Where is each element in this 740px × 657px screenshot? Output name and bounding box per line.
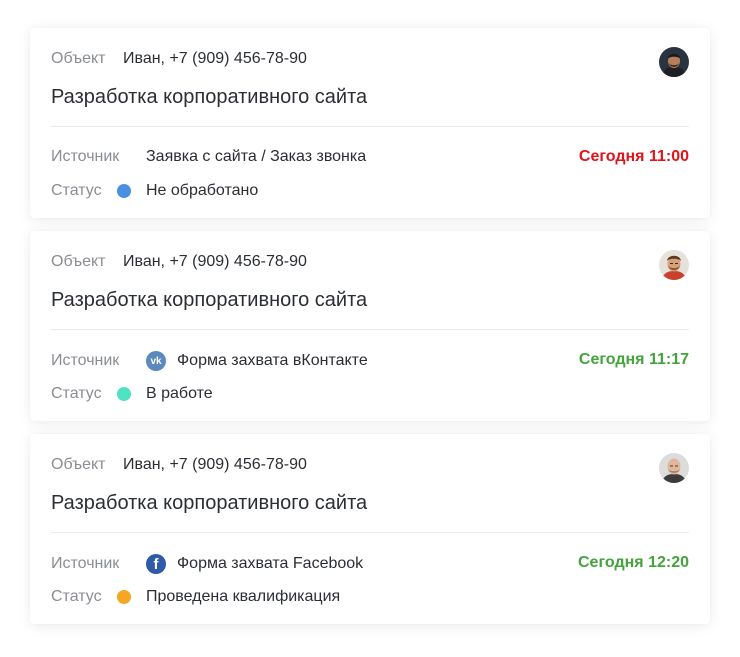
source-value: Форма захвата вКонтакте (177, 352, 368, 369)
lead-title[interactable]: Разработка корпоративного сайта (51, 289, 367, 312)
lead-card[interactable]: Объект Иван, +7 (909) 456-78-90 Разработ… (30, 28, 710, 218)
object-label: Объект (51, 50, 106, 67)
source-value: Заявка с сайта / Заказ звонка (146, 148, 367, 165)
lead-card[interactable]: Объект Иван, +7 (909) 456-78-90 Разработ… (30, 434, 710, 624)
lead-time: Сегодня 11:17 (578, 351, 689, 368)
status-value: Проведена квалификация (146, 588, 341, 605)
lead-time: Сегодня 11:00 (578, 148, 689, 165)
lead-title[interactable]: Разработка корпоративного сайта (51, 86, 367, 109)
divider (51, 126, 689, 127)
status-label: Статус (51, 385, 102, 402)
object-row: Объект Иван, +7 (909) 456-78-90 (51, 456, 307, 474)
avatar[interactable] (659, 250, 689, 280)
lead-time: Сегодня 12:20 (578, 554, 689, 571)
avatar[interactable] (659, 453, 689, 483)
divider (51, 329, 689, 330)
status-dot-icon (117, 184, 131, 198)
status-row: Статус Проведена квалификация (51, 588, 340, 606)
source-label: Источник (51, 148, 120, 165)
object-label: Объект (51, 253, 106, 270)
object-row: Объект Иван, +7 (909) 456-78-90 (51, 253, 307, 271)
source-value: Форма захвата Facebook (177, 555, 364, 572)
object-value[interactable]: Иван, +7 (909) 456-78-90 (123, 50, 307, 68)
man-beard-avatar-icon (659, 250, 689, 280)
source-row: Источник f Форма захвата Facebook (51, 554, 363, 574)
lead-card-list: Объект Иван, +7 (909) 456-78-90 Разработ… (30, 28, 710, 637)
status-value: Не обработано (146, 182, 259, 199)
source-label: Источник (51, 555, 120, 572)
lead-card[interactable]: Объект Иван, +7 (909) 456-78-90 Разработ… (30, 231, 710, 421)
vk-icon: vk (146, 351, 166, 371)
man-dark-avatar-icon (659, 47, 689, 77)
status-dot-icon (117, 590, 131, 604)
object-row: Объект Иван, +7 (909) 456-78-90 (51, 50, 307, 68)
man-bald-avatar-icon (659, 453, 689, 483)
source-label: Источник (51, 352, 120, 369)
status-value: В работе (146, 385, 213, 402)
object-value[interactable]: Иван, +7 (909) 456-78-90 (123, 253, 307, 271)
source-row: Источник Заявка с сайта / Заказ звонка (51, 148, 366, 166)
facebook-icon: f (146, 554, 166, 574)
status-dot-icon (117, 387, 131, 401)
status-label: Статус (51, 182, 102, 199)
source-row: Источник vk Форма захвата вКонтакте (51, 351, 368, 371)
object-label: Объект (51, 456, 106, 473)
status-row: Статус В работе (51, 385, 213, 403)
object-value[interactable]: Иван, +7 (909) 456-78-90 (123, 456, 307, 474)
divider (51, 532, 689, 533)
lead-title[interactable]: Разработка корпоративного сайта (51, 492, 367, 515)
avatar[interactable] (659, 47, 689, 77)
status-row: Статус Не обработано (51, 182, 258, 200)
status-label: Статус (51, 588, 102, 605)
